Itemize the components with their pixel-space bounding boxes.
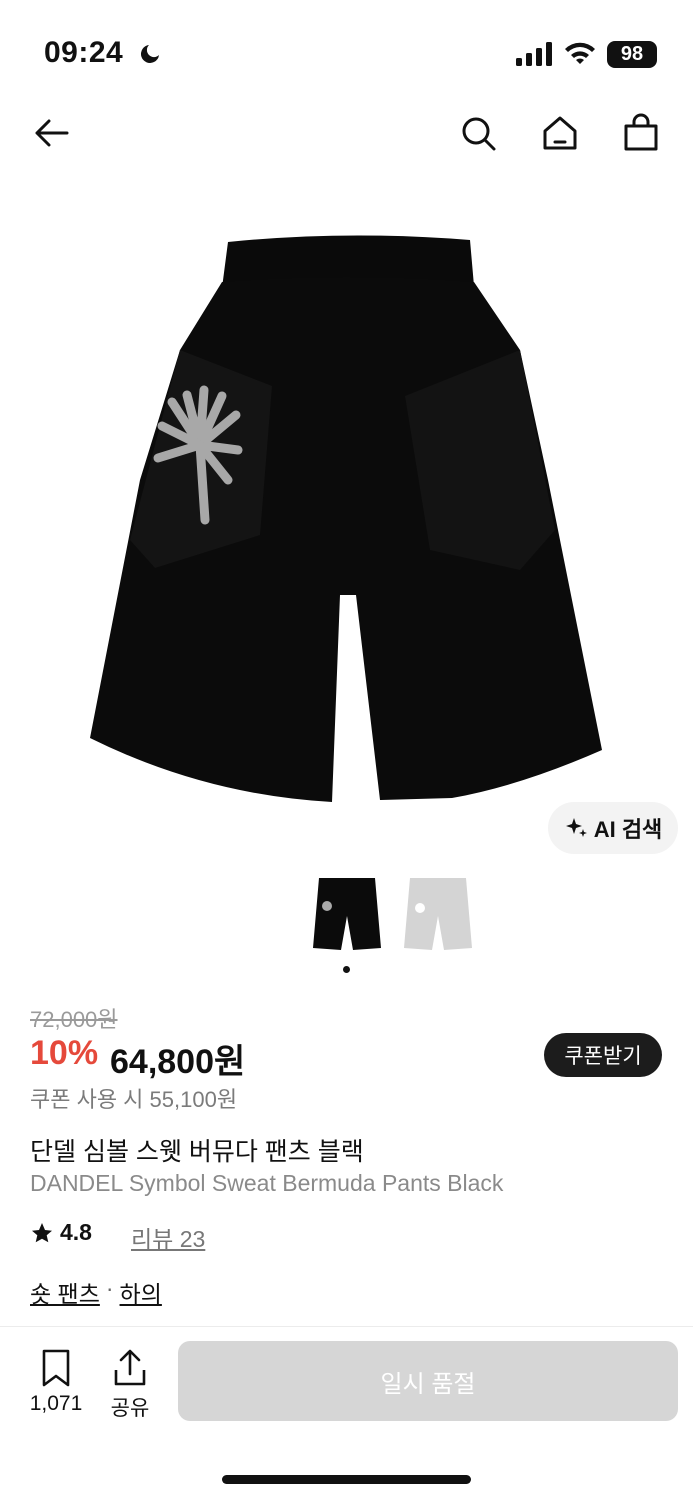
cart-button[interactable] bbox=[618, 110, 664, 156]
product-image[interactable] bbox=[0, 190, 693, 850]
wifi-icon bbox=[563, 40, 597, 66]
coupon-price-text: 쿠폰 사용 시 55,100원 bbox=[30, 1087, 238, 1112]
category-shorts-link[interactable]: 숏 팬츠 bbox=[30, 1275, 100, 1309]
share-button[interactable]: 공유 bbox=[102, 1348, 158, 1422]
discount-rate: 10% bbox=[30, 1034, 99, 1072]
status-time: 09:24 bbox=[44, 36, 124, 69]
home-icon bbox=[543, 116, 577, 150]
battery-indicator: 98 bbox=[607, 41, 657, 68]
rating: 4.8 bbox=[30, 1219, 92, 1246]
product-name-english: DANDEL Symbol Sweat Bermuda Pants Black bbox=[30, 1170, 504, 1196]
thumbnail-black[interactable] bbox=[309, 874, 385, 954]
category-bottoms-link[interactable]: 하의 bbox=[120, 1275, 162, 1309]
original-price: 72,000원 bbox=[30, 1007, 118, 1032]
category-separator: · bbox=[105, 1275, 114, 1301]
shopping-bag-icon bbox=[624, 113, 658, 151]
bookmark-button[interactable]: 1,071 bbox=[24, 1348, 88, 1416]
review-link[interactable]: 리뷰 23 bbox=[131, 1220, 205, 1254]
sparkle-icon bbox=[565, 818, 587, 837]
bookmark-count: 1,071 bbox=[29, 1392, 83, 1415]
rating-score: 4.8 bbox=[60, 1219, 92, 1245]
get-coupon-button[interactable]: 쿠폰받기 bbox=[544, 1033, 662, 1077]
ai-search-label: AI 검색 bbox=[593, 817, 663, 842]
share-label: 공유 bbox=[110, 1397, 150, 1420]
sold-out-button[interactable]: 일시 품절 bbox=[178, 1341, 678, 1421]
search-button[interactable] bbox=[455, 110, 501, 156]
category-breadcrumb: 숏 팬츠 · 하의 bbox=[30, 1275, 162, 1309]
share-icon bbox=[114, 1349, 146, 1386]
signal-icon bbox=[516, 42, 554, 66]
bookmark-icon bbox=[42, 1349, 70, 1387]
carousel-indicator-dot bbox=[343, 966, 350, 973]
ai-search-button[interactable]: AI 검색 bbox=[548, 802, 678, 854]
moon-icon bbox=[138, 42, 162, 66]
back-arrow-icon bbox=[35, 119, 69, 147]
back-button[interactable] bbox=[28, 110, 74, 156]
home-button[interactable] bbox=[537, 110, 583, 156]
sale-price: 64,800원 bbox=[110, 1043, 246, 1081]
home-indicator bbox=[222, 1475, 471, 1484]
star-icon bbox=[32, 1222, 52, 1242]
product-name-korean: 단델 심볼 스웻 버뮤다 팬츠 블랙 bbox=[30, 1138, 364, 1166]
thumbnail-gray[interactable] bbox=[400, 874, 476, 954]
bottom-divider bbox=[0, 1326, 693, 1327]
search-icon bbox=[462, 117, 496, 151]
